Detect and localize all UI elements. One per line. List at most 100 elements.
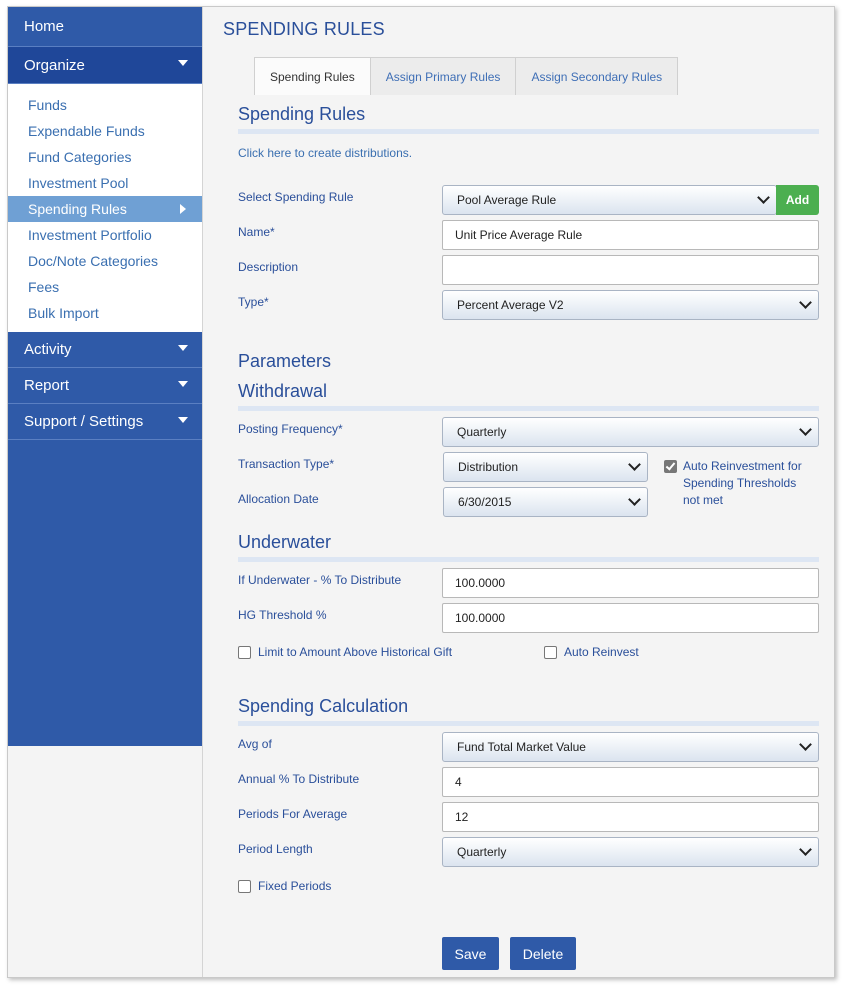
fixed-periods-checkbox[interactable] xyxy=(238,880,251,893)
chevron-down-icon xyxy=(799,423,812,436)
sidebar-item-label: Funds xyxy=(28,97,67,113)
sidebar-support-label: Support / Settings xyxy=(24,413,144,430)
avg-of-dropdown[interactable]: Fund Total Market Value xyxy=(442,732,819,762)
annual-pct-input[interactable]: 4 xyxy=(442,767,819,797)
section-heading-spending-rules: Spending Rules xyxy=(238,104,366,124)
section-heading-underwater: Underwater xyxy=(238,532,332,552)
sidebar-item-investment-pool[interactable]: Investment Pool xyxy=(8,170,202,196)
section-heading-spending-calculation: Spending Calculation xyxy=(238,696,409,716)
auto-reinvestment-checkbox[interactable] xyxy=(664,460,677,473)
transaction-type-dropdown[interactable]: Distribution xyxy=(443,452,648,482)
fixed-periods-label: Fixed Periods xyxy=(258,879,332,893)
caret-down-icon xyxy=(178,60,188,66)
transaction-type-label: Transaction Type* xyxy=(238,457,335,471)
periods-for-average-input[interactable]: 12 xyxy=(442,802,819,832)
sidebar-item-investment-portfolio[interactable]: Investment Portfolio xyxy=(8,222,202,248)
allocation-date-label: Allocation Date xyxy=(238,492,319,506)
divider xyxy=(238,557,819,562)
underwater-pct-input[interactable]: 100.0000 xyxy=(442,568,819,598)
divider xyxy=(238,721,819,726)
allocation-date-value: 6/30/2015 xyxy=(458,495,512,509)
caret-down-icon xyxy=(178,416,188,423)
type-label: Type* xyxy=(238,295,269,309)
type-value: Percent Average V2 xyxy=(457,298,564,312)
avg-of-value: Fund Total Market Value xyxy=(457,740,586,754)
chevron-down-icon xyxy=(799,738,812,751)
sidebar-item-label: Investment Portfolio xyxy=(28,227,152,243)
sidebar-item-expendable-funds[interactable]: Expendable Funds xyxy=(8,118,202,144)
sidebar-item-label: Fees xyxy=(28,279,60,295)
sidebar: Home Organize Funds Expendable Funds Fun… xyxy=(8,7,202,977)
divider xyxy=(238,406,819,411)
chevron-down-icon xyxy=(628,493,641,506)
period-length-dropdown[interactable]: Quarterly xyxy=(442,837,819,867)
allocation-date-dropdown[interactable]: 6/30/2015 xyxy=(443,487,648,517)
transaction-type-value: Distribution xyxy=(458,460,519,474)
chevron-down-icon xyxy=(628,458,641,471)
sidebar-report-label: Report xyxy=(24,377,70,394)
auto-reinvest-label: Auto Reinvest xyxy=(564,645,639,659)
tab-assign-secondary-rules[interactable]: Assign Secondary Rules xyxy=(515,57,679,95)
save-button[interactable]: Save xyxy=(442,937,499,970)
sidebar-home[interactable]: Home xyxy=(8,7,202,47)
limit-historical-gift-checkbox[interactable] xyxy=(238,646,251,659)
sidebar-organize[interactable]: Organize xyxy=(8,47,202,84)
add-button[interactable]: Add xyxy=(776,185,819,215)
page-title: SPENDING RULES xyxy=(223,19,385,39)
sidebar-organize-submenu: Funds Expendable Funds Fund Categories I… xyxy=(8,84,202,332)
period-length-label: Period Length xyxy=(238,842,313,856)
app-window: Home Organize Funds Expendable Funds Fun… xyxy=(7,6,835,978)
sidebar-item-funds[interactable]: Funds xyxy=(8,92,202,118)
description-label: Description xyxy=(238,260,299,274)
avg-of-label: Avg of xyxy=(238,737,272,751)
create-distributions-link[interactable]: Click here to create distributions. xyxy=(238,146,412,160)
period-length-value: Quarterly xyxy=(457,845,507,859)
tab-spending-rules[interactable]: Spending Rules xyxy=(254,57,371,95)
sidebar-item-fees[interactable]: Fees xyxy=(8,274,202,300)
limit-historical-gift-label: Limit to Amount Above Historical Gift xyxy=(258,645,453,659)
hg-threshold-input[interactable]: 100.0000 xyxy=(442,603,819,633)
periods-for-average-label: Periods For Average xyxy=(238,807,348,821)
sidebar-item-spending-rules[interactable]: Spending Rules xyxy=(8,196,202,222)
sidebar-item-label: Bulk Import xyxy=(28,305,99,321)
hg-threshold-label: HG Threshold % xyxy=(238,608,327,622)
auto-reinvestment-label: Auto Reinvestment for Spending Threshold… xyxy=(683,459,802,507)
select-spending-rule-value: Pool Average Rule xyxy=(457,193,557,207)
sidebar-item-bulk-import[interactable]: Bulk Import xyxy=(8,300,202,326)
sidebar-report[interactable]: Report xyxy=(8,368,202,404)
sidebar-item-doc-note-categories[interactable]: Doc/Note Categories xyxy=(8,248,202,274)
sidebar-item-label: Expendable Funds xyxy=(28,123,145,139)
name-label: Name* xyxy=(238,225,275,239)
caret-down-icon xyxy=(178,344,188,351)
auto-reinvest-checkbox[interactable] xyxy=(544,646,557,659)
caret-down-icon xyxy=(178,380,188,387)
underwater-pct-label: If Underwater - % To Distribute xyxy=(238,573,402,587)
name-input[interactable]: Unit Price Average Rule xyxy=(442,220,819,250)
posting-frequency-dropdown[interactable]: Quarterly xyxy=(442,417,819,447)
tab-bar: Spending Rules Assign Primary Rules Assi… xyxy=(254,57,679,95)
posting-frequency-value: Quarterly xyxy=(457,425,507,439)
select-spending-rule-label: Select Spending Rule xyxy=(238,190,354,204)
sidebar-organize-label: Organize xyxy=(24,56,85,74)
sidebar-activity[interactable]: Activity xyxy=(8,332,202,368)
sidebar-item-fund-categories[interactable]: Fund Categories xyxy=(8,144,202,170)
sidebar-item-label: Doc/Note Categories xyxy=(28,253,158,269)
select-spending-rule-dropdown[interactable]: Pool Average Rule xyxy=(442,185,777,215)
sidebar-activity-label: Activity xyxy=(24,341,72,358)
description-input[interactable] xyxy=(442,255,819,285)
sidebar-support-settings[interactable]: Support / Settings xyxy=(8,404,202,440)
sidebar-item-label: Fund Categories xyxy=(28,149,132,165)
sidebar-item-label: Investment Pool xyxy=(28,175,129,191)
chevron-down-icon xyxy=(799,296,812,309)
chevron-down-icon xyxy=(799,843,812,856)
sidebar-item-label: Spending Rules xyxy=(28,201,127,217)
annual-pct-label: Annual % To Distribute xyxy=(238,772,360,786)
section-heading-withdrawal: Withdrawal xyxy=(238,381,328,401)
main-content: SPENDING RULES Spending Rules Assign Pri… xyxy=(202,7,834,977)
tab-assign-primary-rules[interactable]: Assign Primary Rules xyxy=(369,57,517,95)
posting-frequency-label: Posting Frequency* xyxy=(238,422,343,436)
sidebar-home-label: Home xyxy=(24,18,65,35)
delete-button[interactable]: Delete xyxy=(510,937,576,970)
sidebar-filler xyxy=(8,440,202,746)
type-dropdown[interactable]: Percent Average V2 xyxy=(442,290,819,320)
